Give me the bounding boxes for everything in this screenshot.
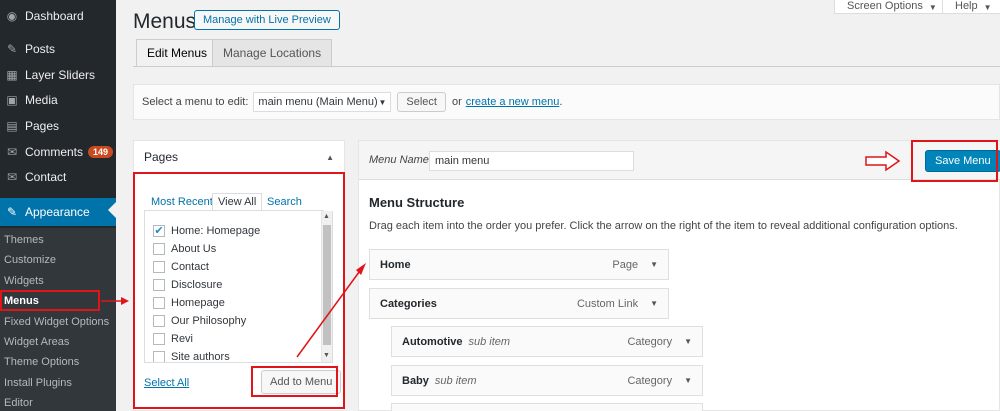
tab-manage-locations[interactable]: Manage Locations — [212, 39, 333, 67]
pages-icon: ▤ — [6, 119, 18, 133]
menu-item-title: Automotive — [402, 335, 463, 348]
sidebar-item-posts[interactable]: ✎ Posts — [0, 37, 116, 61]
create-new-menu-link[interactable]: create a new menu — [466, 96, 560, 108]
annotation-box-add-button — [251, 366, 338, 397]
menu-item-title: Baby — [402, 374, 429, 387]
pin-icon: ✎ — [6, 42, 18, 56]
sidebar-item-label: Layer Sliders — [25, 68, 96, 82]
menu-name-label: Menu Name — [369, 154, 429, 166]
menu-item-type: Category — [627, 374, 673, 387]
admin-sidebar: ◉ Dashboard ✎ Posts ▦ Layer Sliders ▣ Me… — [0, 0, 116, 411]
submenu-widget-areas[interactable]: Widget Areas — [0, 332, 116, 352]
chevron-down-icon: ▼ — [378, 97, 387, 107]
pages-panel-title: Pages — [144, 150, 179, 164]
chevron-down-icon[interactable]: ▼ — [650, 299, 658, 308]
menu-item-type: Custom Link — [576, 297, 639, 310]
pages-panel-header[interactable]: Pages ▲ — [134, 141, 344, 174]
submenu-install-plugins[interactable]: Install Plugins — [0, 373, 116, 393]
help-label: Help — [955, 0, 978, 12]
menu-item-sub-label: sub item — [468, 335, 511, 348]
screen-options-label: Screen Options — [847, 0, 923, 12]
sidebar-item-label: Dashboard — [25, 9, 84, 23]
comment-icon: ✉ — [6, 145, 18, 159]
menu-item-title: Categories — [380, 297, 437, 310]
submenu-widgets[interactable]: Widgets — [0, 271, 116, 291]
sidebar-item-label: Media — [25, 93, 58, 107]
help-button[interactable]: Help ▼ — [942, 0, 1000, 14]
menu-structure-panel: Menu Name Save Menu Menu Structure Drag … — [358, 140, 1000, 411]
sidebar-item-comments[interactable]: ✉ Comments 149 — [0, 140, 116, 164]
menu-structure-description: Drag each item into the order you prefer… — [369, 220, 958, 232]
menu-select-value: main menu (Main Menu) — [258, 96, 378, 108]
sidebar-item-layer-sliders[interactable]: ▦ Layer Sliders — [0, 63, 116, 87]
submenu-editor[interactable]: Editor — [0, 393, 116, 411]
select-button[interactable]: Select — [397, 92, 446, 112]
sidebar-item-contact[interactable]: ✉ Contact — [0, 165, 116, 189]
menu-item-title: Home — [380, 258, 411, 271]
chevron-down-icon[interactable]: ▼ — [650, 260, 658, 269]
menu-item-partial[interactable] — [391, 403, 703, 411]
sidebar-item-label: Pages — [25, 119, 60, 133]
submenu-customize[interactable]: Customize — [0, 250, 116, 270]
active-menu-arrow — [108, 202, 116, 218]
menu-item-automotive[interactable]: Automotive sub item Category ▼ — [391, 326, 703, 357]
submenu-theme-options[interactable]: Theme Options — [0, 352, 116, 372]
comment-count-badge: 149 — [88, 146, 114, 158]
select-menu-bar: Select a menu to edit: main menu (Main M… — [133, 84, 1000, 120]
live-preview-button[interactable]: Manage with Live Preview — [194, 10, 340, 30]
menu-item-type: Category — [627, 335, 673, 348]
dashboard-icon: ◉ — [6, 9, 18, 23]
menu-item-baby[interactable]: Baby sub item Category ▼ — [391, 365, 703, 396]
period-text: . — [559, 96, 563, 108]
submenu-themes[interactable]: Themes — [0, 230, 116, 250]
page-title: Menus — [133, 10, 197, 33]
menu-item-sub-label: sub item — [434, 374, 477, 387]
annotation-box-menus — [0, 290, 100, 311]
sidebar-item-label: Posts — [25, 42, 56, 56]
menu-item-home[interactable]: Home Page ▼ — [369, 249, 669, 280]
or-text: or — [451, 96, 462, 108]
appearance-icon: ✎ — [6, 205, 18, 219]
menu-item-categories[interactable]: Categories Custom Link ▼ — [369, 288, 669, 319]
envelope-icon: ✉ — [6, 170, 18, 184]
collapse-arrow-icon[interactable]: ▲ — [326, 153, 334, 162]
tab-edit-menus[interactable]: Edit Menus — [136, 39, 219, 67]
caret-down-icon: ▼ — [983, 3, 992, 12]
menu-item-type: Page — [612, 258, 639, 271]
annotation-box-save-button — [911, 140, 998, 182]
menu-structure-title: Menu Structure — [369, 195, 465, 210]
sidebar-item-dashboard[interactable]: ◉ Dashboard — [0, 4, 116, 28]
submenu-fixed-widget-options[interactable]: Fixed Widget Options — [0, 312, 116, 332]
sidebar-item-label: Comments — [25, 145, 84, 159]
sidebar-item-label: Appearance — [25, 205, 90, 219]
sidebar-item-media[interactable]: ▣ Media — [0, 88, 116, 112]
sidebar-item-pages[interactable]: ▤ Pages — [0, 114, 116, 138]
select-menu-label: Select a menu to edit: — [142, 96, 249, 108]
media-icon: ▣ — [6, 93, 18, 107]
screen-options-button[interactable]: Screen Options ▼ — [834, 0, 950, 14]
menu-name-input[interactable] — [429, 151, 634, 171]
sidebar-item-label: Contact — [25, 170, 67, 184]
menu-header: Menu Name Save Menu — [359, 141, 1000, 180]
chevron-down-icon[interactable]: ▼ — [684, 376, 692, 385]
sidebar-item-appearance[interactable]: ✎ Appearance — [0, 198, 116, 226]
layers-icon: ▦ — [6, 68, 18, 82]
chevron-down-icon[interactable]: ▼ — [684, 337, 692, 346]
caret-down-icon: ▼ — [928, 3, 937, 12]
menu-select-dropdown[interactable]: main menu (Main Menu) ▼ — [253, 92, 392, 112]
tab-divider — [133, 66, 1000, 67]
